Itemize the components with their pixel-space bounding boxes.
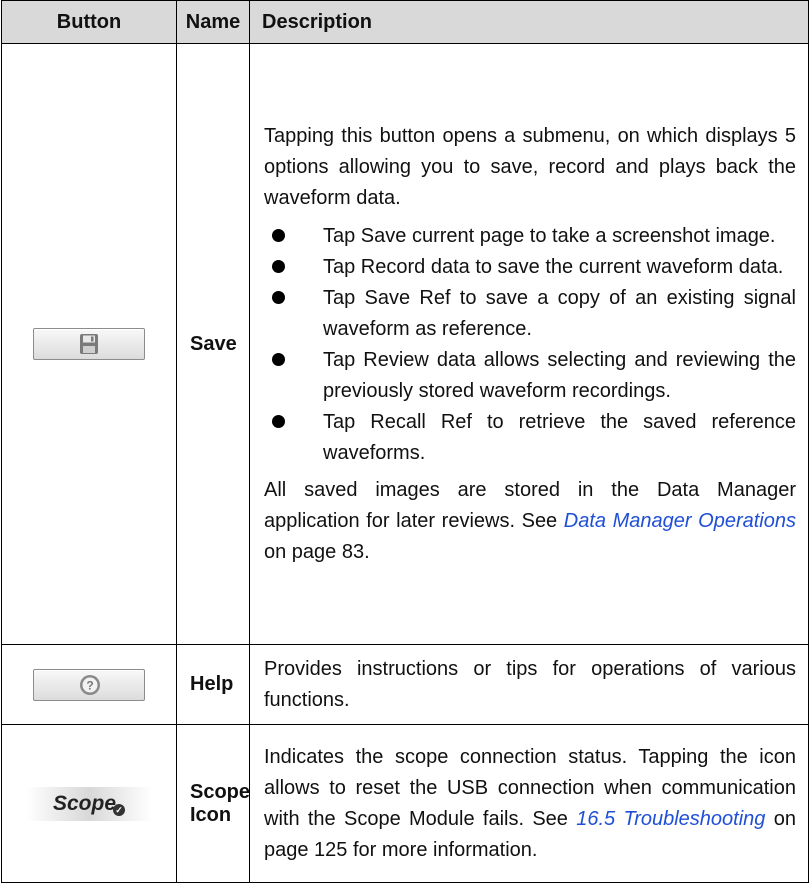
description-save: Tapping this button opens a submenu, on … bbox=[249, 43, 809, 645]
list-item: Tap Recall Ref to retrieve the saved ref… bbox=[264, 407, 796, 469]
troubleshooting-link[interactable]: 16.5 Troubleshooting bbox=[576, 808, 765, 830]
save-options-list: Tap Save current page to take a screensh… bbox=[264, 221, 796, 469]
table-row-scope: Scope✓ Scope Icon Indicates the scope co… bbox=[1, 724, 809, 883]
list-item-text: Tap Save Ref to save a copy of an existi… bbox=[323, 286, 796, 340]
header-description: Description bbox=[249, 0, 809, 44]
save-intro: Tapping this button opens a submenu, on … bbox=[264, 124, 796, 209]
scope-status-icon[interactable]: Scope✓ bbox=[26, 786, 152, 821]
table-row-help: ? Help Provides instructions or tips for… bbox=[1, 644, 809, 725]
list-item-text: Tap Record data to save the current wave… bbox=[323, 255, 784, 278]
table-header-row: Button Name Description bbox=[1, 0, 809, 44]
bullet-icon bbox=[272, 290, 285, 304]
save-button-cell bbox=[1, 43, 177, 645]
scope-icon-label: Scope bbox=[52, 791, 117, 815]
list-item: Tap Save Ref to save a copy of an existi… bbox=[264, 283, 796, 345]
name-help: Help bbox=[176, 644, 250, 725]
checkmark-icon: ✓ bbox=[113, 803, 126, 816]
name-scope-icon: Scope Icon bbox=[176, 724, 250, 883]
bullet-icon bbox=[272, 259, 285, 273]
description-scope: Indicates the scope connection status. T… bbox=[249, 724, 809, 883]
save-outro-page: on page 83. bbox=[264, 540, 370, 563]
table-row-save: Save Tapping this button opens a submenu… bbox=[1, 43, 809, 645]
bullet-icon bbox=[272, 414, 285, 428]
data-manager-operations-link[interactable]: Data Manager Operations bbox=[564, 510, 796, 532]
scope-icon-cell: Scope✓ bbox=[1, 724, 177, 883]
name-save: Save bbox=[176, 43, 250, 645]
svg-text:?: ? bbox=[86, 678, 93, 692]
bullet-icon bbox=[272, 228, 285, 242]
help-question-icon: ? bbox=[80, 674, 100, 695]
help-button-cell: ? bbox=[1, 644, 177, 725]
list-item: Tap Review data allows selecting and rev… bbox=[264, 345, 796, 407]
description-help: Provides instructions or tips for operat… bbox=[249, 644, 809, 725]
list-item-text: Tap Review data allows selecting and rev… bbox=[323, 348, 796, 402]
floppy-disk-icon bbox=[80, 334, 98, 354]
save-button[interactable] bbox=[33, 328, 145, 360]
help-button[interactable]: ? bbox=[33, 668, 145, 701]
list-item-text: Tap Recall Ref to retrieve the saved ref… bbox=[323, 410, 796, 464]
list-item: Tap Record data to save the current wave… bbox=[264, 252, 796, 283]
header-name: Name bbox=[176, 0, 250, 44]
button-reference-table: Button Name Description Save Tapping thi… bbox=[1, 0, 809, 883]
save-outro: All saved images are stored in the Data … bbox=[264, 475, 796, 568]
list-item-text: Tap Save current page to take a screensh… bbox=[323, 224, 776, 247]
header-button: Button bbox=[1, 0, 177, 44]
bullet-icon bbox=[272, 352, 285, 366]
list-item: Tap Save current page to take a screensh… bbox=[264, 221, 796, 252]
